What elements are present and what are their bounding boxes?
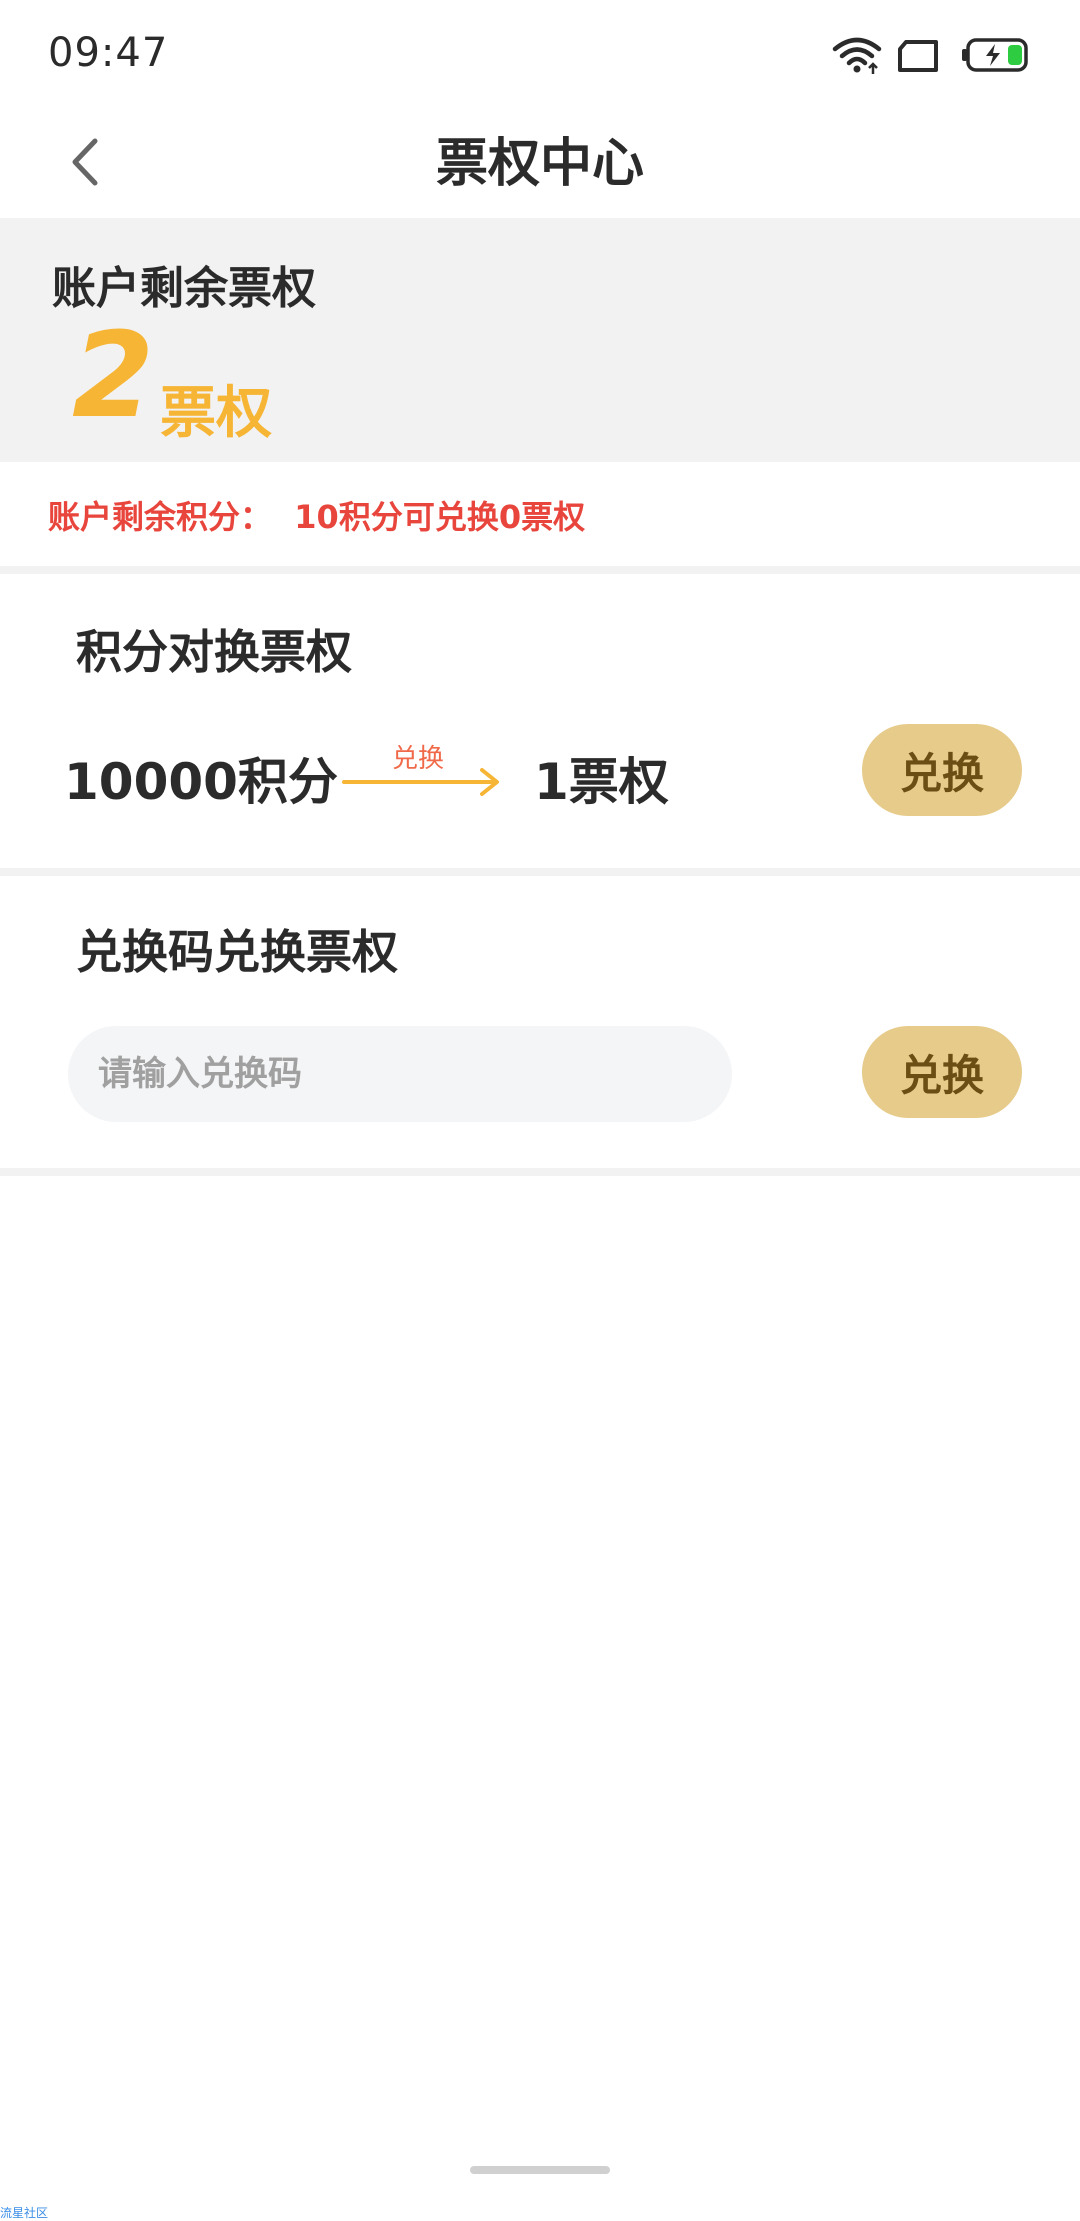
balance-card: 账户剩余票权 2 票权 [0, 218, 1080, 462]
sim-card-icon [898, 40, 940, 76]
code-exchange-section: 兑换码兑换票权 兑换 [0, 876, 1080, 1168]
status-bar: 09:47 [0, 0, 1080, 110]
exchange-rate-from: 10000积分 [64, 753, 338, 811]
wifi-icon [832, 36, 882, 80]
code-exchange-title: 兑换码兑换票权 [76, 925, 398, 979]
nav-bar: 票权中心 [0, 110, 1080, 218]
watermark: 流星社区 [0, 2206, 49, 2220]
divider [0, 868, 1080, 876]
points-info-text: 账户剩余积分： 10积分可兑换0票权 [48, 498, 586, 536]
code-exchange-button[interactable]: 兑换 [862, 1026, 1022, 1118]
battery-charging-icon [962, 38, 1030, 76]
balance-value: 2 [72, 306, 155, 444]
exchange-rate-to: 1票权 [534, 753, 669, 811]
redeem-code-input[interactable] [68, 1026, 732, 1122]
divider [0, 566, 1080, 574]
page-title: 票权中心 [435, 134, 644, 194]
points-exchange-section: 积分对换票权 10000积分 兑换 1票权 兑换 [0, 574, 1080, 868]
status-time: 09:47 [48, 30, 169, 76]
arrow-right-icon [340, 764, 504, 804]
divider [0, 1168, 1080, 1176]
points-exchange-button[interactable]: 兑换 [862, 724, 1022, 816]
home-indicator[interactable] [470, 2166, 610, 2174]
balance-unit: 票权 [160, 381, 272, 446]
points-info-row: 账户剩余积分： 10积分可兑换0票权 [0, 462, 1080, 566]
points-exchange-title: 积分对换票权 [76, 625, 352, 679]
